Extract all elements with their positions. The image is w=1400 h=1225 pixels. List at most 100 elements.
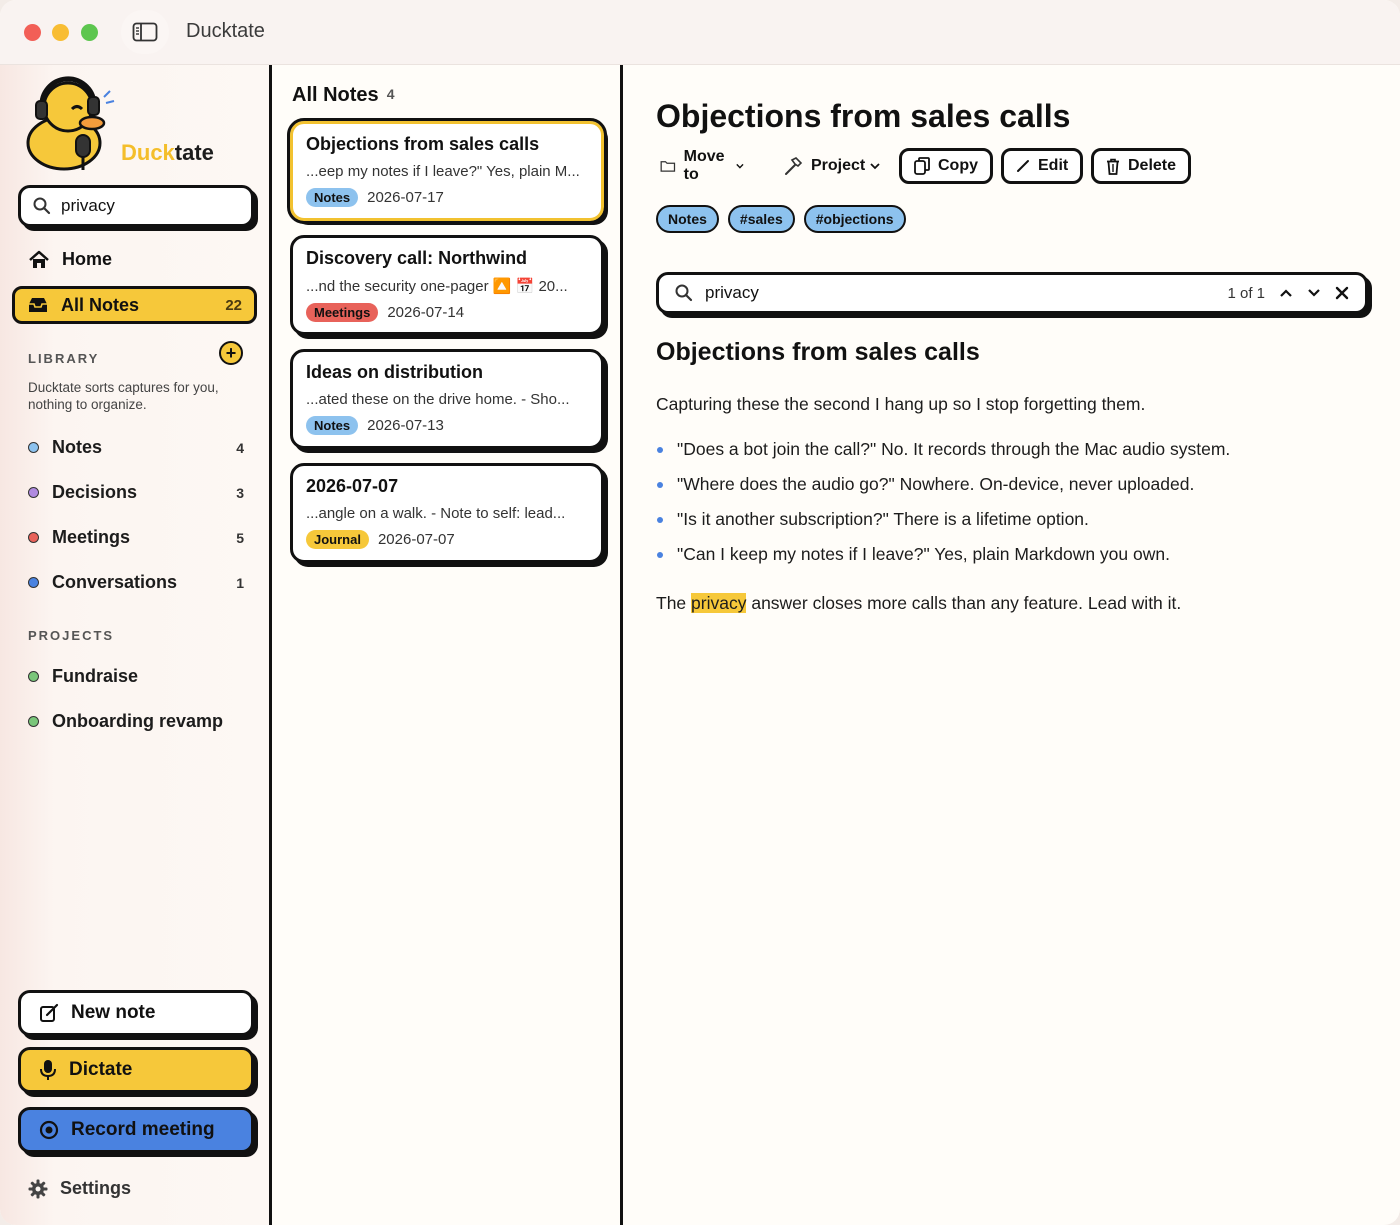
note-card-tag: Journal <box>306 530 369 549</box>
settings-label: Settings <box>60 1178 132 1198</box>
library-item-count: 3 <box>236 484 244 501</box>
copy-button[interactable]: Copy <box>899 148 993 184</box>
library-item-notes[interactable]: Notes 4 <box>28 437 244 458</box>
note-body-heading: Objections from sales calls <box>656 338 980 366</box>
note-tag-chip[interactable]: #objections <box>803 205 906 233</box>
note-card-snippet: ...eep my notes if I leave?" Yes, plain … <box>306 163 580 180</box>
project-item-label: Onboarding revamp <box>52 711 224 731</box>
titlebar: Ducktate <box>0 0 1400 65</box>
list-divider <box>620 65 623 1225</box>
library-dot-icon <box>28 487 39 498</box>
note-card-date: 2026-07-13 <box>367 417 444 434</box>
find-previous-button[interactable] <box>1279 288 1293 298</box>
zoom-window-button[interactable] <box>81 24 98 41</box>
library-item-count: 1 <box>236 574 244 591</box>
new-note-button[interactable]: New note <box>18 990 254 1036</box>
bullet-dot-icon <box>657 552 663 558</box>
note-tag-chip[interactable]: #sales <box>727 205 795 233</box>
note-title: Objections from sales calls <box>656 98 1071 134</box>
microphone-icon <box>40 1060 56 1080</box>
library-dot-icon <box>28 442 39 453</box>
note-card-snippet: ...nd the security one-pager 🔼 📅 20... <box>306 278 568 295</box>
search-highlight: privacy <box>691 593 747 613</box>
note-card-snippet: ...angle on a walk. - Note to self: lead… <box>306 505 566 522</box>
chevron-down-icon <box>870 163 880 170</box>
note-card[interactable]: Objections from sales calls ...eep my not… <box>287 118 607 224</box>
note-card[interactable]: 2026-07-07 ...angle on a walk. - Note to … <box>290 463 604 563</box>
library-description: Ducktate sorts captures for you, nothing… <box>28 380 219 412</box>
project-button[interactable]: Project <box>783 148 880 184</box>
chevron-down-icon <box>1308 289 1320 297</box>
list-item: "Does a bot join the call?" No. It recor… <box>656 439 1230 474</box>
note-body-list: "Does a bot join the call?" No. It recor… <box>656 439 1230 579</box>
brand-part-duck: Duck <box>121 140 175 165</box>
closing-text-after: answer closes more calls than any featur… <box>746 593 1182 613</box>
library-item-meetings[interactable]: Meetings 5 <box>28 527 244 548</box>
sidebar: Ducktate Home All Notes 22 LIBRARY + <box>0 65 270 1225</box>
dictate-button[interactable]: Dictate <box>18 1047 254 1093</box>
library-item-decisions[interactable]: Decisions 3 <box>28 482 244 503</box>
project-item[interactable]: Fundraise <box>28 666 244 687</box>
note-tag-chip[interactable]: Notes <box>656 205 719 233</box>
library-item-label: Meetings <box>52 527 131 547</box>
note-card[interactable]: Discovery call: Northwind ...nd the secur… <box>290 235 604 335</box>
brand-name: Ducktate <box>121 140 214 166</box>
record-meeting-button[interactable]: Record meeting <box>18 1107 254 1153</box>
record-icon <box>39 1120 59 1140</box>
note-card-date: 2026-07-14 <box>387 304 465 321</box>
list-item-text: "Does a bot join the call?" No. It recor… <box>677 439 1231 459</box>
find-next-button[interactable] <box>1307 288 1321 298</box>
find-match-position: 1 of 1 <box>1227 284 1265 302</box>
find-bar[interactable]: privacy 1 of 1 <box>656 272 1368 314</box>
plus-icon: + <box>225 343 237 363</box>
project-item-label: Fundraise <box>52 666 139 686</box>
list-item: "Where does the audio go?" Nowhere. On-d… <box>656 474 1230 509</box>
delete-button[interactable]: Delete <box>1091 148 1192 184</box>
note-list-count: 4 <box>386 86 395 102</box>
note-card-tag: Meetings <box>306 303 379 322</box>
copy-icon <box>914 157 930 175</box>
sidebar-search[interactable] <box>18 185 254 227</box>
copy-label: Copy <box>938 157 978 174</box>
folder-icon <box>660 161 676 172</box>
search-icon <box>675 284 693 302</box>
library-item-count: 5 <box>236 529 244 546</box>
project-label: Project <box>811 157 866 174</box>
move-to-button[interactable]: Move to <box>660 148 744 184</box>
nav-all-notes-label: All Notes <box>61 294 140 315</box>
note-card-meta: Meetings 2026-07-14 <box>306 303 601 322</box>
chevron-down-icon <box>736 163 744 169</box>
bullet-dot-icon <box>657 447 663 453</box>
nav-all-notes[interactable]: All Notes 22 <box>12 286 257 324</box>
sidebar-divider <box>269 65 272 1225</box>
project-item[interactable]: Onboarding revamp <box>28 711 244 732</box>
all-notes-count: 22 <box>225 296 242 314</box>
note-list-header: All Notes 4 <box>292 84 394 107</box>
delete-label: Delete <box>1128 157 1177 174</box>
add-library-button[interactable]: + <box>219 341 243 365</box>
find-close-button[interactable] <box>1335 286 1349 300</box>
chevron-up-icon <box>1280 289 1292 297</box>
note-card-meta: Notes 2026-07-17 <box>306 188 601 207</box>
closing-text-before: The <box>656 593 692 613</box>
minimize-window-button[interactable] <box>52 24 69 41</box>
window-title: Ducktate <box>186 20 265 42</box>
note-card-date: 2026-07-17 <box>367 189 444 206</box>
note-card-title: 2026-07-07 <box>306 476 399 496</box>
library-dot-icon <box>28 532 39 543</box>
list-item: "Is it another subscription?" There is a… <box>656 509 1230 544</box>
project-dot-icon <box>28 716 39 727</box>
library-item-conversations[interactable]: Conversations 1 <box>28 572 244 593</box>
project-dot-icon <box>28 671 39 682</box>
note-card[interactable]: Ideas on distribution ...ated these on th… <box>290 349 604 449</box>
note-card-snippet: ...ated these on the drive home. - Sho..… <box>306 391 570 408</box>
edit-button[interactable]: Edit <box>1001 148 1084 184</box>
find-query[interactable]: privacy <box>705 283 759 303</box>
note-card-meta: Journal 2026-07-07 <box>306 530 601 549</box>
home-icon <box>29 250 49 268</box>
close-window-button[interactable] <box>24 24 41 41</box>
search-input[interactable] <box>61 196 231 216</box>
sidebar-toggle-button[interactable] <box>121 10 169 54</box>
settings-button[interactable]: Settings <box>28 1178 131 1199</box>
nav-home[interactable]: Home <box>28 249 112 270</box>
